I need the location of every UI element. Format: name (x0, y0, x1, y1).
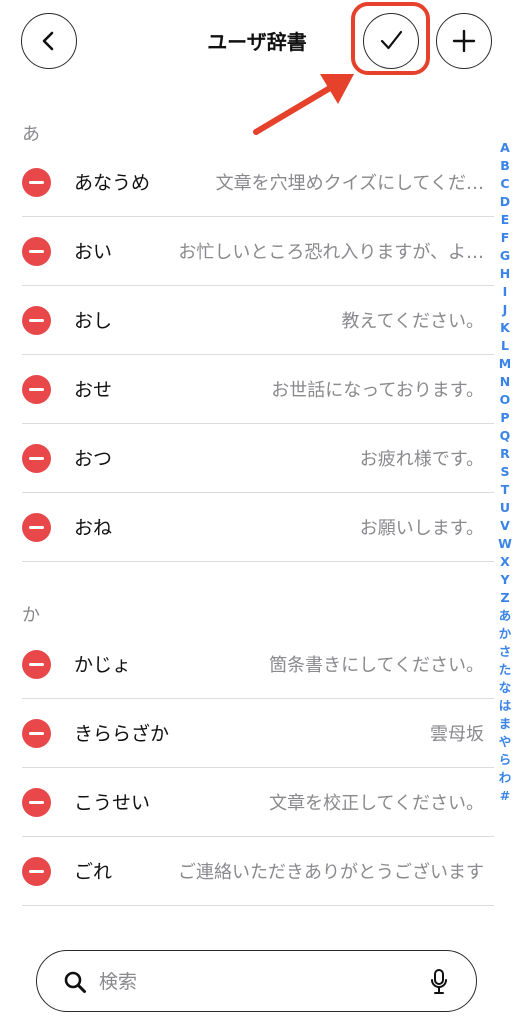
index-letter[interactable]: T (501, 481, 510, 499)
index-letter[interactable]: な (499, 679, 512, 697)
index-letter[interactable]: W (498, 535, 512, 553)
entry-reading: あなうめ (74, 172, 151, 194)
back-button[interactable] (21, 13, 77, 69)
row-divider (22, 905, 494, 906)
entry-reading: きららざか (74, 723, 170, 745)
index-letter[interactable]: X (500, 553, 510, 571)
entry-reading: こうせい (74, 792, 151, 814)
list-item[interactable]: あなうめ 文章を穴埋めクイズにしてくだ… (0, 148, 494, 217)
list-item[interactable]: おね お願いします。 (0, 493, 494, 562)
index-letter[interactable]: M (499, 355, 511, 373)
entry-reading: おせ (74, 379, 113, 401)
entry-phrase: お世話になっております。 (271, 380, 484, 401)
index-letter[interactable]: Y (500, 571, 509, 589)
section-header: あ (22, 124, 40, 145)
index-letter[interactable]: わ (499, 769, 512, 787)
index-letter[interactable]: や (499, 733, 512, 751)
entry-reading: おつ (74, 448, 113, 470)
entry-phrase: 箇条書きにしてください。 (269, 655, 484, 676)
delete-entry-button[interactable] (22, 168, 51, 197)
search-bar[interactable] (36, 950, 477, 1012)
section-index-bar[interactable]: A B C D E F G H I J K L M N O P Q R S T U V W X Y Z あかさたなはまやらわ # (497, 139, 513, 805)
entry-phrase: 文章を穴埋めクイズにしてくだ… (215, 173, 484, 194)
index-letter[interactable]: ま (499, 715, 512, 733)
add-button[interactable] (436, 13, 492, 69)
index-letter[interactable]: か (499, 625, 512, 643)
index-letter[interactable]: N (500, 373, 510, 391)
delete-entry-button[interactable] (22, 513, 51, 542)
entry-phrase: お願いします。 (359, 518, 484, 539)
index-letter[interactable]: は (499, 697, 512, 715)
entry-reading: おい (74, 241, 113, 263)
list-item[interactable]: かじょ 箇条書きにしてください。 (0, 630, 494, 699)
index-letter[interactable]: P (500, 409, 509, 427)
index-letter[interactable]: C (500, 175, 509, 193)
index-letter[interactable]: # (500, 787, 510, 805)
index-letter[interactable]: Z (500, 589, 509, 607)
entry-reading: ごれ (74, 861, 113, 883)
index-letter[interactable]: V (500, 517, 510, 535)
delete-entry-button[interactable] (22, 306, 51, 335)
user-dictionary-screen: ユーザ辞書 あ あなうめ 文章を穴埋めクイズにしてくだ… おい お忙しいところ恐… (0, 0, 514, 1024)
delete-entry-button[interactable] (22, 719, 51, 748)
entry-phrase: 教えてください。 (341, 311, 484, 332)
index-letter[interactable]: た (499, 661, 512, 679)
index-letter[interactable]: さ (499, 643, 512, 661)
index-letter[interactable]: L (501, 337, 509, 355)
index-letter[interactable]: F (501, 229, 510, 247)
list-item[interactable]: おせ お世話になっております。 (0, 355, 494, 424)
microphone-icon[interactable] (430, 968, 448, 996)
delete-entry-button[interactable] (22, 650, 51, 679)
index-letter[interactable]: Q (500, 427, 511, 445)
index-letter[interactable]: G (500, 247, 510, 265)
list-item[interactable]: ごれ ご連絡いただきありがとうございます (0, 837, 494, 906)
index-letter[interactable]: あ (499, 607, 512, 625)
done-button[interactable] (363, 13, 419, 69)
delete-entry-button[interactable] (22, 857, 51, 886)
index-letter[interactable]: ら (499, 751, 512, 769)
index-letter[interactable]: R (500, 445, 510, 463)
entry-phrase: お忙しいところ恐れ入りますが、よ… (178, 242, 484, 263)
page-title: ユーザ辞書 (207, 30, 307, 54)
plus-icon (452, 29, 476, 53)
section-header: か (22, 605, 40, 626)
delete-entry-button[interactable] (22, 375, 51, 404)
search-input[interactable] (97, 965, 401, 999)
index-letter[interactable]: A (500, 139, 510, 157)
entry-reading: かじょ (74, 654, 132, 676)
list-item[interactable]: おし 教えてください。 (0, 286, 494, 355)
arrow-annotation (253, 74, 354, 135)
list-item[interactable]: おつ お疲れ様です。 (0, 424, 494, 493)
index-letter[interactable]: B (500, 157, 510, 175)
entry-phrase: お疲れ様です。 (359, 449, 484, 470)
list-item[interactable]: おい お忙しいところ恐れ入りますが、よ… (0, 217, 494, 286)
index-letter[interactable]: D (500, 193, 510, 211)
index-letter[interactable]: E (501, 211, 510, 229)
index-letter[interactable]: S (500, 463, 509, 481)
index-letter[interactable]: J (503, 301, 508, 319)
list-item[interactable]: きららざか 雲母坂 (0, 699, 494, 768)
delete-entry-button[interactable] (22, 237, 51, 266)
list-item[interactable]: こうせい 文章を校正してください。 (0, 768, 494, 837)
chevron-left-icon (42, 31, 54, 51)
search-icon (64, 971, 86, 993)
delete-entry-button[interactable] (22, 788, 51, 817)
index-letter[interactable]: U (500, 499, 510, 517)
checkmark-icon (380, 30, 403, 50)
entry-phrase: 雲母坂 (430, 724, 484, 745)
index-letter[interactable]: I (503, 283, 508, 301)
entry-phrase: 文章を校正してください。 (269, 793, 484, 814)
entry-reading: おし (74, 310, 113, 332)
entry-phrase: ご連絡いただきありがとうございます (178, 862, 484, 883)
entry-reading: おね (74, 517, 113, 539)
row-divider (22, 561, 494, 562)
index-letter[interactable]: K (500, 319, 510, 337)
index-letter[interactable]: O (500, 391, 511, 409)
delete-entry-button[interactable] (22, 444, 51, 473)
index-letter[interactable]: H (500, 265, 510, 283)
